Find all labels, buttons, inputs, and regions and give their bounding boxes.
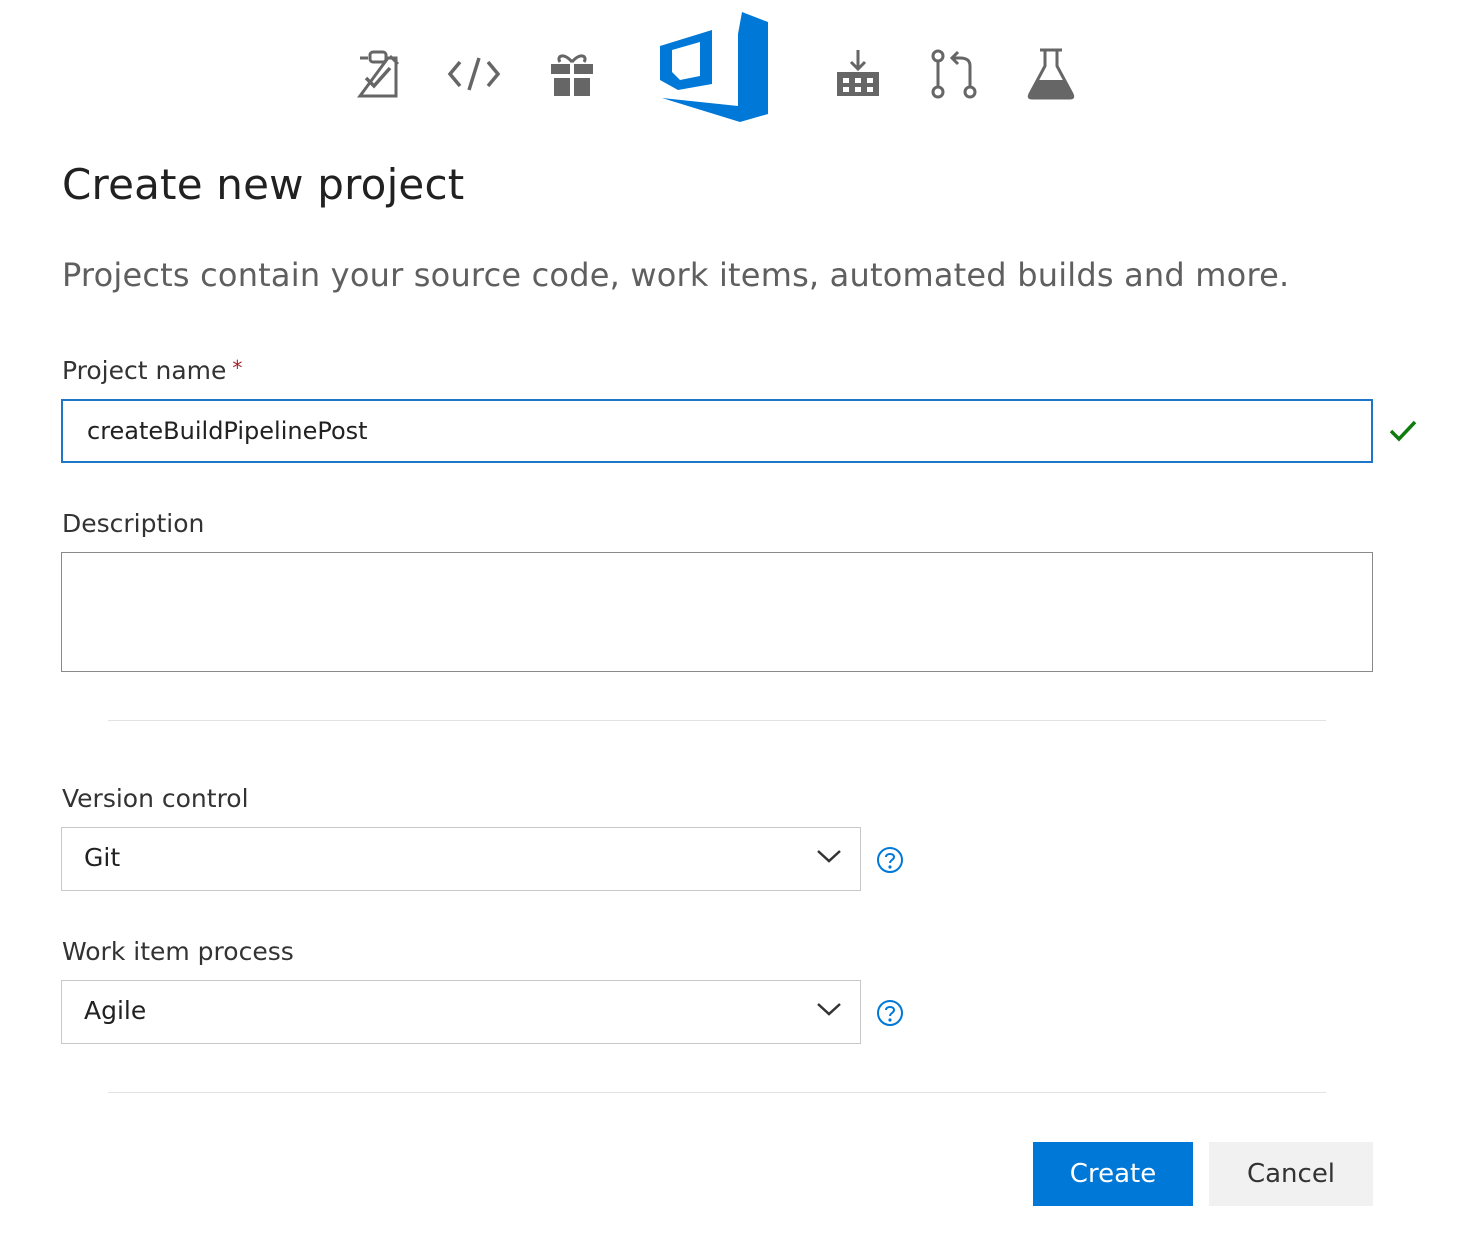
- chevron-down-icon: [816, 1001, 842, 1021]
- test-plans-icon: [1026, 48, 1076, 100]
- valid-check-icon: [1388, 418, 1418, 448]
- project-name-label: Project name *: [62, 356, 242, 385]
- section-divider: [108, 1092, 1326, 1093]
- project-name-input[interactable]: [61, 399, 1373, 463]
- version-control-help-icon[interactable]: [876, 846, 904, 878]
- cancel-button[interactable]: Cancel: [1209, 1142, 1373, 1206]
- page-subtitle: Projects contain your source code, work …: [62, 256, 1290, 294]
- boards-icon: [354, 48, 402, 100]
- work-item-process-dropdown[interactable]: Agile: [61, 980, 861, 1044]
- page-title: Create new project: [62, 160, 465, 209]
- project-name-label-text: Project name: [62, 356, 227, 385]
- artifacts-gift-icon: [548, 50, 596, 98]
- work-item-process-label: Work item process: [62, 937, 294, 966]
- code-icon: [446, 56, 502, 92]
- description-label: Description: [62, 509, 205, 538]
- create-button[interactable]: Create: [1033, 1142, 1193, 1206]
- hub-icon-bar: [0, 0, 1458, 130]
- chevron-down-icon: [816, 848, 842, 868]
- version-control-selected: Git: [84, 843, 121, 872]
- azure-devops-logo: [658, 10, 770, 122]
- description-textarea[interactable]: [61, 552, 1373, 672]
- required-indicator: *: [232, 356, 243, 380]
- work-item-process-selected: Agile: [84, 996, 147, 1025]
- version-control-dropdown[interactable]: Git: [61, 827, 861, 891]
- builds-pipelines-icon: [834, 48, 882, 100]
- pull-request-icon: [928, 48, 980, 100]
- work-item-process-help-icon[interactable]: [876, 999, 904, 1031]
- section-divider: [108, 720, 1326, 721]
- version-control-label: Version control: [62, 784, 249, 813]
